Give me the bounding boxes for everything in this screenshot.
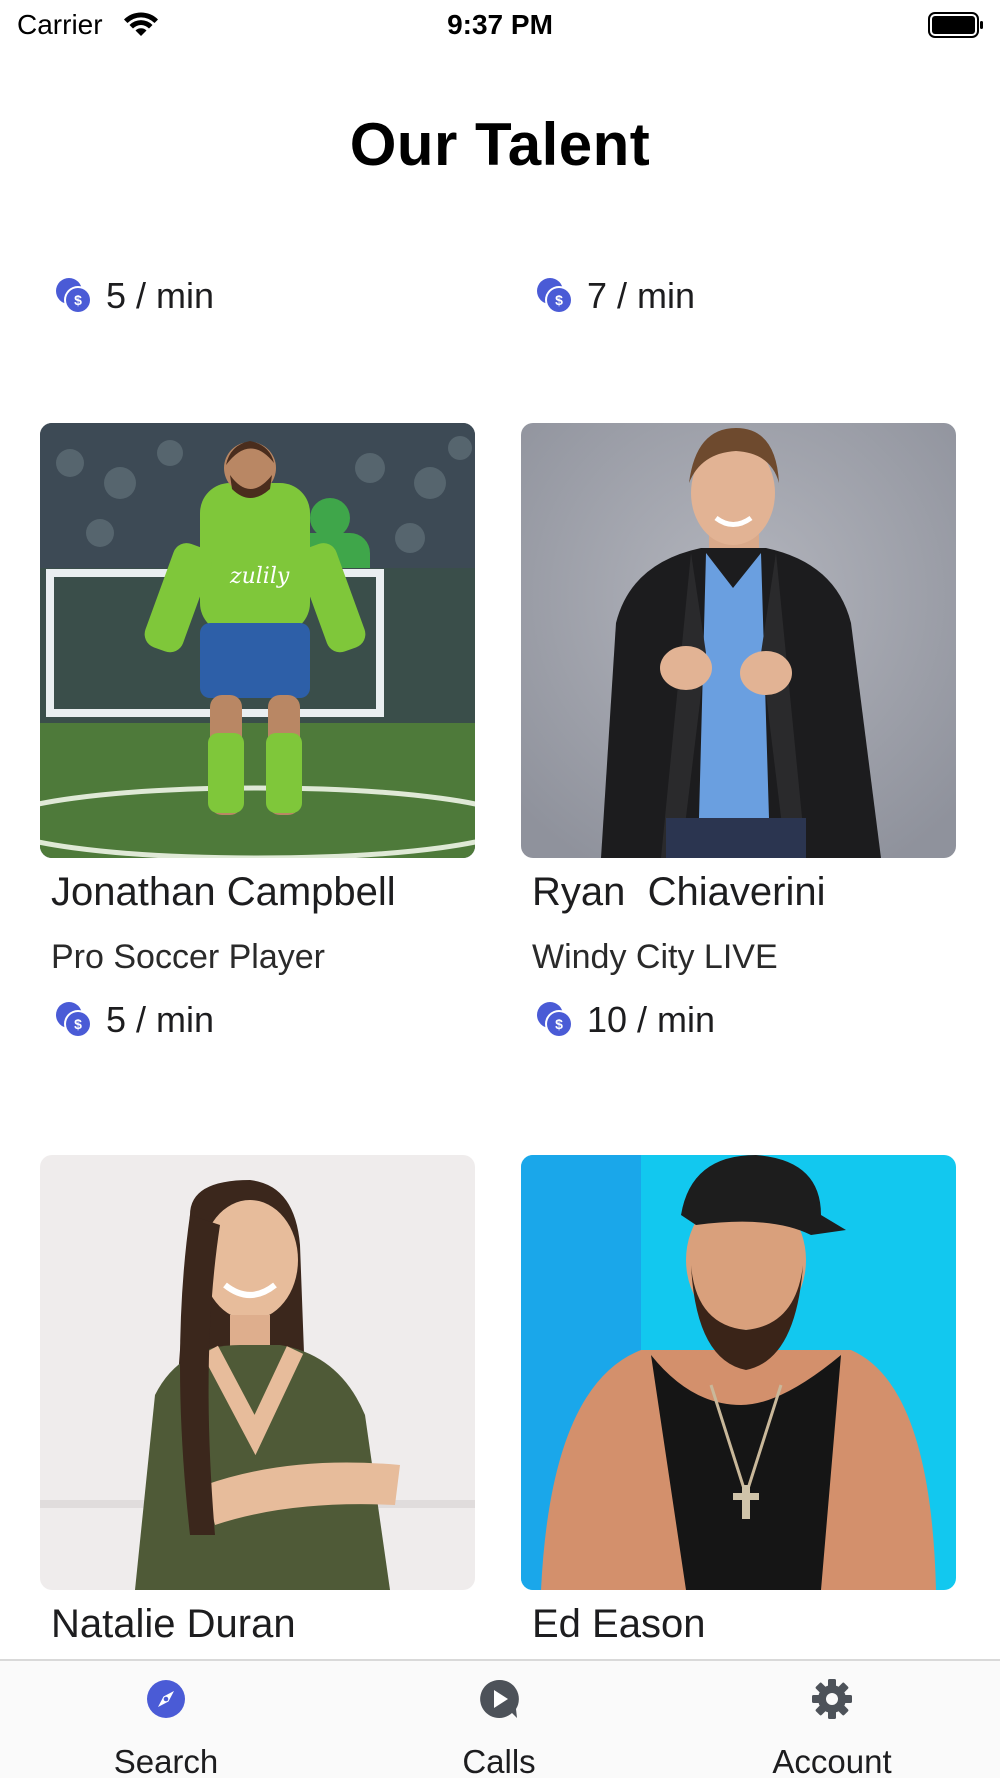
bearded-man-portrait [521,1155,956,1590]
talent-photo[interactable]: zulily [40,423,475,858]
play-bubble-icon [480,1679,519,1718]
svg-text:$: $ [555,292,563,308]
rate-label: 5 / min [106,275,215,316]
soccer-player-photo: zulily [40,423,475,858]
talent-card-jonathan-campbell[interactable]: zulily Jonathan Campbell Pro Soccer Play… [40,423,475,1043]
svg-text:$: $ [74,292,82,308]
talent-name: Natalie Duran [51,1602,296,1646]
gear-icon [812,1679,852,1719]
tab-label: Account [772,1743,892,1778]
rate-row: $ 5 / min [54,275,215,316]
tab-bar: Search Calls Account [0,1659,1000,1778]
talent-name: Ed Eason [532,1602,706,1646]
rate-label: 10 / min [587,999,716,1040]
talent-photo[interactable] [40,1155,475,1590]
battery-icon [928,12,983,38]
svg-text:$: $ [555,1016,563,1032]
page-title: Our Talent [349,111,651,178]
coins-icon: $ [56,278,92,314]
status-time: 9:37 PM [447,9,553,40]
rate-row: $ 10 / min [535,999,716,1040]
talent-photo[interactable] [521,423,956,858]
compass-icon [147,1680,185,1718]
tab-account[interactable]: Account [722,1661,942,1778]
svg-text:zulily: zulily [229,564,290,589]
coins-icon: $ [537,278,573,314]
tab-label: Calls [462,1743,536,1778]
rate-row: $ 5 / min [54,999,215,1040]
woman-portrait [40,1155,475,1590]
tab-search[interactable]: Search [56,1661,276,1778]
talent-subtitle: Windy City LIVE [532,938,778,976]
talent-card-ryan-chiaverini[interactable]: Ryan Chiaverini Windy City LIVE $ 10 / m… [521,423,956,1043]
talent-grid[interactable]: $ 5 / min $ 7 / min zulily Jonathan Camp… [0,200,1000,1660]
talent-card-ed-eason[interactable]: Ed Eason [521,1155,956,1660]
talent-subtitle: Pro Soccer Player [51,938,325,976]
rate-row: $ 7 / min [535,275,696,316]
talent-photo[interactable] [521,1155,956,1590]
talent-card-natalie-duran[interactable]: Natalie Duran [40,1155,475,1660]
tab-calls[interactable]: Calls [389,1661,609,1778]
talent-name: Jonathan Campbell [51,870,396,914]
talent-name: Ryan Chiaverini [532,870,826,914]
leather-jacket-portrait [521,423,956,858]
status-bar: Carrier 9:37 PM [0,0,1000,50]
svg-text:$: $ [74,1016,82,1032]
coins-icon: $ [56,1002,92,1038]
rate-label: 7 / min [587,275,696,316]
rate-label: 5 / min [106,999,215,1040]
tab-label: Search [113,1743,219,1778]
coins-icon: $ [537,1002,573,1038]
